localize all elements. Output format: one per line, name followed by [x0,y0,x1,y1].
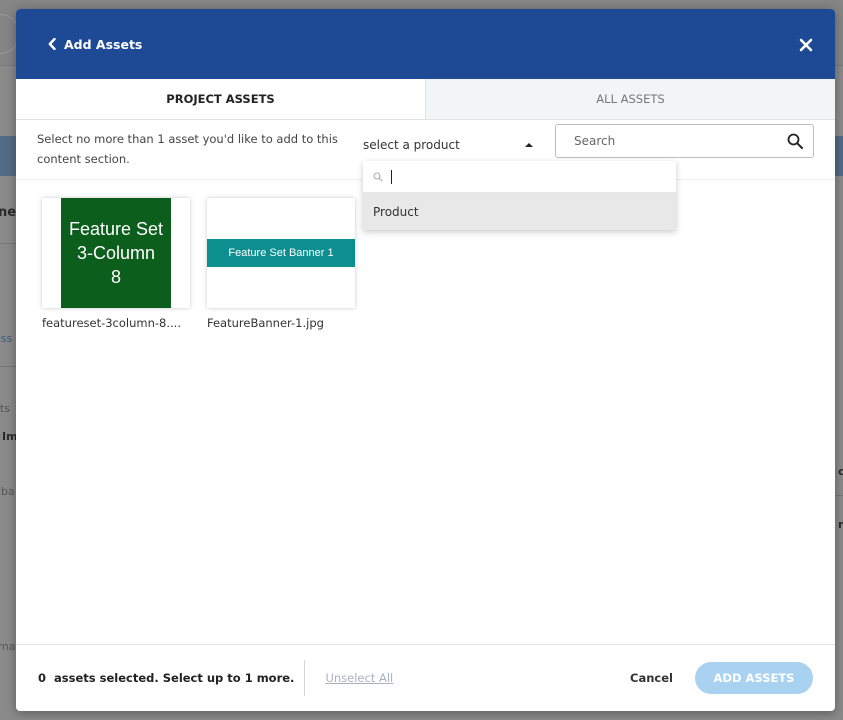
selection-status: 0 assets selected. Select up to 1 more. [38,671,294,685]
asset-grid: Feature Set 3-Column 8 featureset-3colum… [42,198,355,330]
search-icon [373,171,383,182]
close-icon [799,38,813,52]
modal-footer: 0 assets selected. Select up to 1 more. … [16,644,835,711]
cancel-button[interactable]: Cancel [630,671,673,685]
asset-card[interactable]: Feature Set Banner 1 FeatureBanner-1.jpg [207,198,355,330]
modal-title: Add Assets [64,36,143,52]
add-assets-modal: Add Assets PROJECT ASSETS ALL ASSETS Sel… [16,9,835,711]
tab-bar: PROJECT ASSETS ALL ASSETS [16,79,835,120]
instruction-text: Select no more than 1 asset you'd like t… [37,132,338,166]
background-divider [0,243,16,244]
close-button[interactable] [799,32,813,56]
product-select-value: select a product [363,138,460,152]
dropdown-option-product[interactable]: Product [363,193,676,230]
background-text: c [838,465,843,478]
back-button[interactable]: Add Assets [48,37,142,52]
text-cursor [391,169,392,184]
selected-count: 0 [38,671,47,685]
search-input[interactable] [574,134,774,148]
search-icon[interactable] [787,133,803,149]
unselect-all-link[interactable]: Unselect All [325,671,393,685]
thumbnail-image: Feature Set Banner 1 [207,239,355,267]
background-text: cts [0,402,11,415]
add-assets-button[interactable]: ADD ASSETS [695,662,813,694]
modal-header: Add Assets [16,9,835,79]
product-dropdown: Product [363,161,676,230]
background-text: r [838,518,843,531]
asset-thumbnail[interactable]: Feature Set 3-Column 8 [42,198,190,308]
background-text: ess [0,332,13,345]
dropdown-search-field[interactable] [363,161,676,193]
background-divider [0,366,16,367]
search-box [555,124,814,158]
tab-all-assets[interactable]: ALL ASSETS [425,79,835,119]
thumbnail-text: Feature Set Banner 1 [228,247,334,259]
asset-card[interactable]: Feature Set 3-Column 8 featureset-3colum… [42,198,190,330]
background-text: ma [0,640,16,653]
background-divider [835,495,843,496]
thumbnail-image: Feature Set 3-Column 8 [61,198,171,308]
thumbnail-text: 8 [110,267,121,287]
thumbnail-text: 3-Column [76,243,156,263]
thumbnail-text: Feature Set [68,219,164,239]
footer-divider [304,660,306,696]
tab-project-assets[interactable]: PROJECT ASSETS [16,79,425,119]
caret-up-icon [525,143,533,147]
product-select[interactable]: select a product [363,130,543,160]
chevron-left-icon [48,38,56,50]
background-text: ne [0,205,17,220]
asset-thumbnail[interactable]: Feature Set Banner 1 [207,198,355,308]
background-text: lba [0,485,15,498]
selected-text: assets selected. Select up to 1 more. [54,671,295,685]
asset-filename: FeatureBanner-1.jpg [207,316,324,330]
asset-filename: featureset-3column-8.... [42,316,181,330]
